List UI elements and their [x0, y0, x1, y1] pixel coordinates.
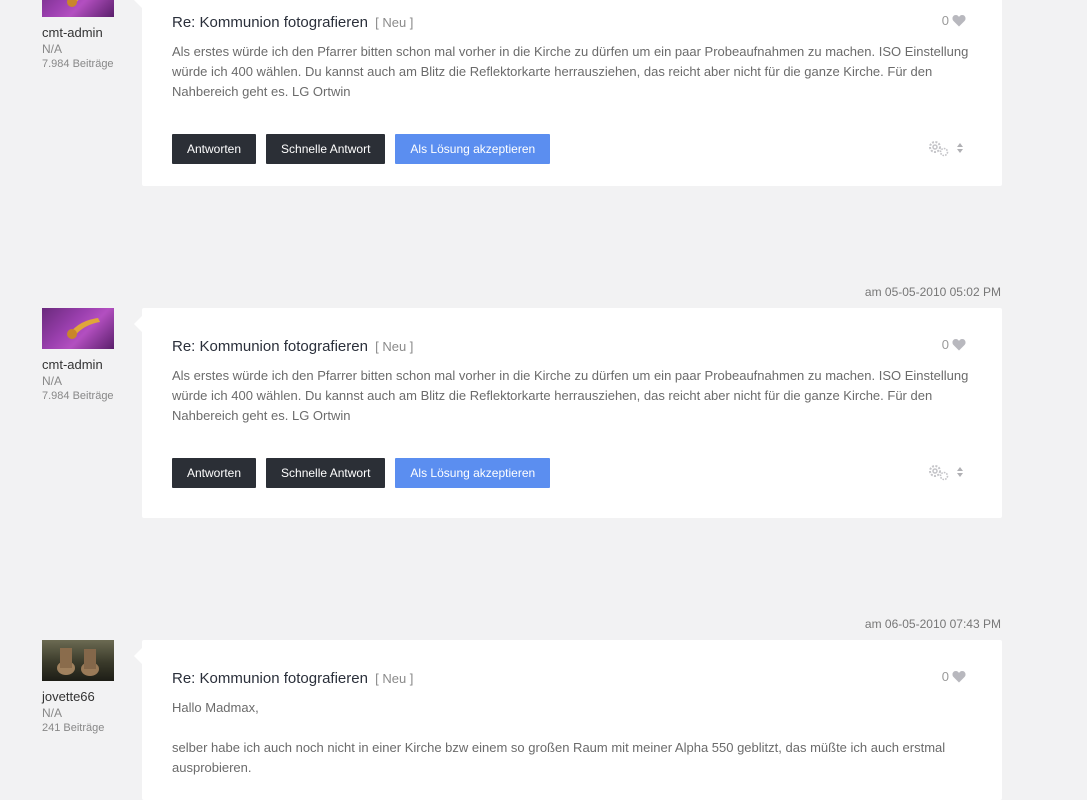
sort-arrows-icon — [957, 467, 963, 477]
options-menu[interactable] — [926, 463, 964, 481]
post-paragraph: Als erstes würde ich den Pfarrer bitten … — [172, 368, 969, 423]
kudos-count: 0 — [941, 13, 949, 28]
reply-button[interactable]: Antworten — [172, 458, 257, 488]
user-name[interactable]: cmt-admin — [42, 357, 103, 372]
post-paragraph: Als erstes würde ich den Pfarrer bitten … — [172, 44, 969, 99]
new-badge: [ Neu ] — [375, 15, 414, 30]
avatar[interactable] — [42, 308, 114, 349]
reply-button[interactable]: Antworten — [172, 134, 257, 164]
post-body: Hallo Madmax, selber habe ich auch noch … — [172, 698, 978, 778]
kudos[interactable]: 0 — [942, 669, 966, 684]
options-menu[interactable] — [926, 139, 964, 157]
kudos-count: 0 — [941, 337, 949, 352]
heart-icon[interactable] — [952, 14, 966, 27]
post-title-row: Re: Kommunion fotografieren [ Neu ] — [172, 338, 413, 355]
heart-icon[interactable] — [952, 338, 966, 351]
kudos[interactable]: 0 — [942, 13, 966, 28]
user-rank: N/A — [42, 42, 63, 56]
heart-icon[interactable] — [952, 670, 966, 683]
user-post-count: 241 Beiträge — [42, 722, 105, 734]
saxophone-image — [67, 318, 100, 339]
post-title[interactable]: Re: Kommunion fotografieren — [172, 14, 368, 31]
quick-reply-button[interactable]: Schnelle Antwort — [266, 458, 386, 488]
saxophone-image — [67, 0, 79, 7]
kudos-count: 0 — [941, 669, 949, 684]
gear-icon[interactable] — [926, 463, 950, 481]
post-title-row: Re: Kommunion fotografieren [ Neu ] — [172, 14, 413, 31]
user-rank: N/A — [42, 374, 63, 388]
post-date: am 06-05-2010 07:43 PM — [864, 617, 1001, 631]
accept-solution-button[interactable]: Als Lösung akzeptieren — [395, 458, 551, 488]
new-badge: [ Neu ] — [375, 339, 414, 354]
accept-solution-button[interactable]: Als Lösung akzeptieren — [395, 134, 551, 164]
post-card: Re: Kommunion fotografieren [ Neu ] 0 Al… — [134, 0, 1002, 186]
user-name[interactable]: jovette66 — [42, 689, 95, 704]
user-rank: N/A — [42, 706, 63, 720]
post-date: am 05-05-2010 05:02 PM — [864, 285, 1001, 299]
post-actions: Antworten Schnelle Antwort Als Lösung ak… — [172, 134, 551, 164]
post-body: Als erstes würde ich den Pfarrer bitten … — [172, 366, 978, 426]
post-card: Re: Kommunion fotografieren [ Neu ] 0 Ha… — [134, 640, 1002, 800]
kudos[interactable]: 0 — [942, 337, 966, 352]
avatar[interactable] — [42, 0, 114, 17]
post-body: Als erstes würde ich den Pfarrer bitten … — [172, 42, 978, 102]
post-card: Re: Kommunion fotografieren [ Neu ] 0 Al… — [134, 308, 1002, 518]
post-title[interactable]: Re: Kommunion fotografieren — [172, 338, 368, 355]
sort-arrows-icon — [957, 143, 963, 153]
post-paragraph: Hallo Madmax, — [172, 700, 259, 715]
user-post-count: 7.984 Beiträge — [42, 390, 114, 402]
user-post-count: 7.984 Beiträge — [42, 58, 114, 70]
new-badge: [ Neu ] — [375, 671, 414, 686]
post-title-row: Re: Kommunion fotografieren [ Neu ] — [172, 670, 413, 687]
avatar[interactable] — [42, 640, 114, 681]
paws-image — [57, 648, 99, 676]
user-name[interactable]: cmt-admin — [42, 25, 103, 40]
quick-reply-button[interactable]: Schnelle Antwort — [266, 134, 386, 164]
post-paragraph: selber habe ich auch noch nicht in einer… — [172, 740, 946, 775]
gear-icon[interactable] — [926, 139, 950, 157]
post-title[interactable]: Re: Kommunion fotografieren — [172, 670, 368, 687]
post-actions: Antworten Schnelle Antwort Als Lösung ak… — [172, 458, 551, 488]
